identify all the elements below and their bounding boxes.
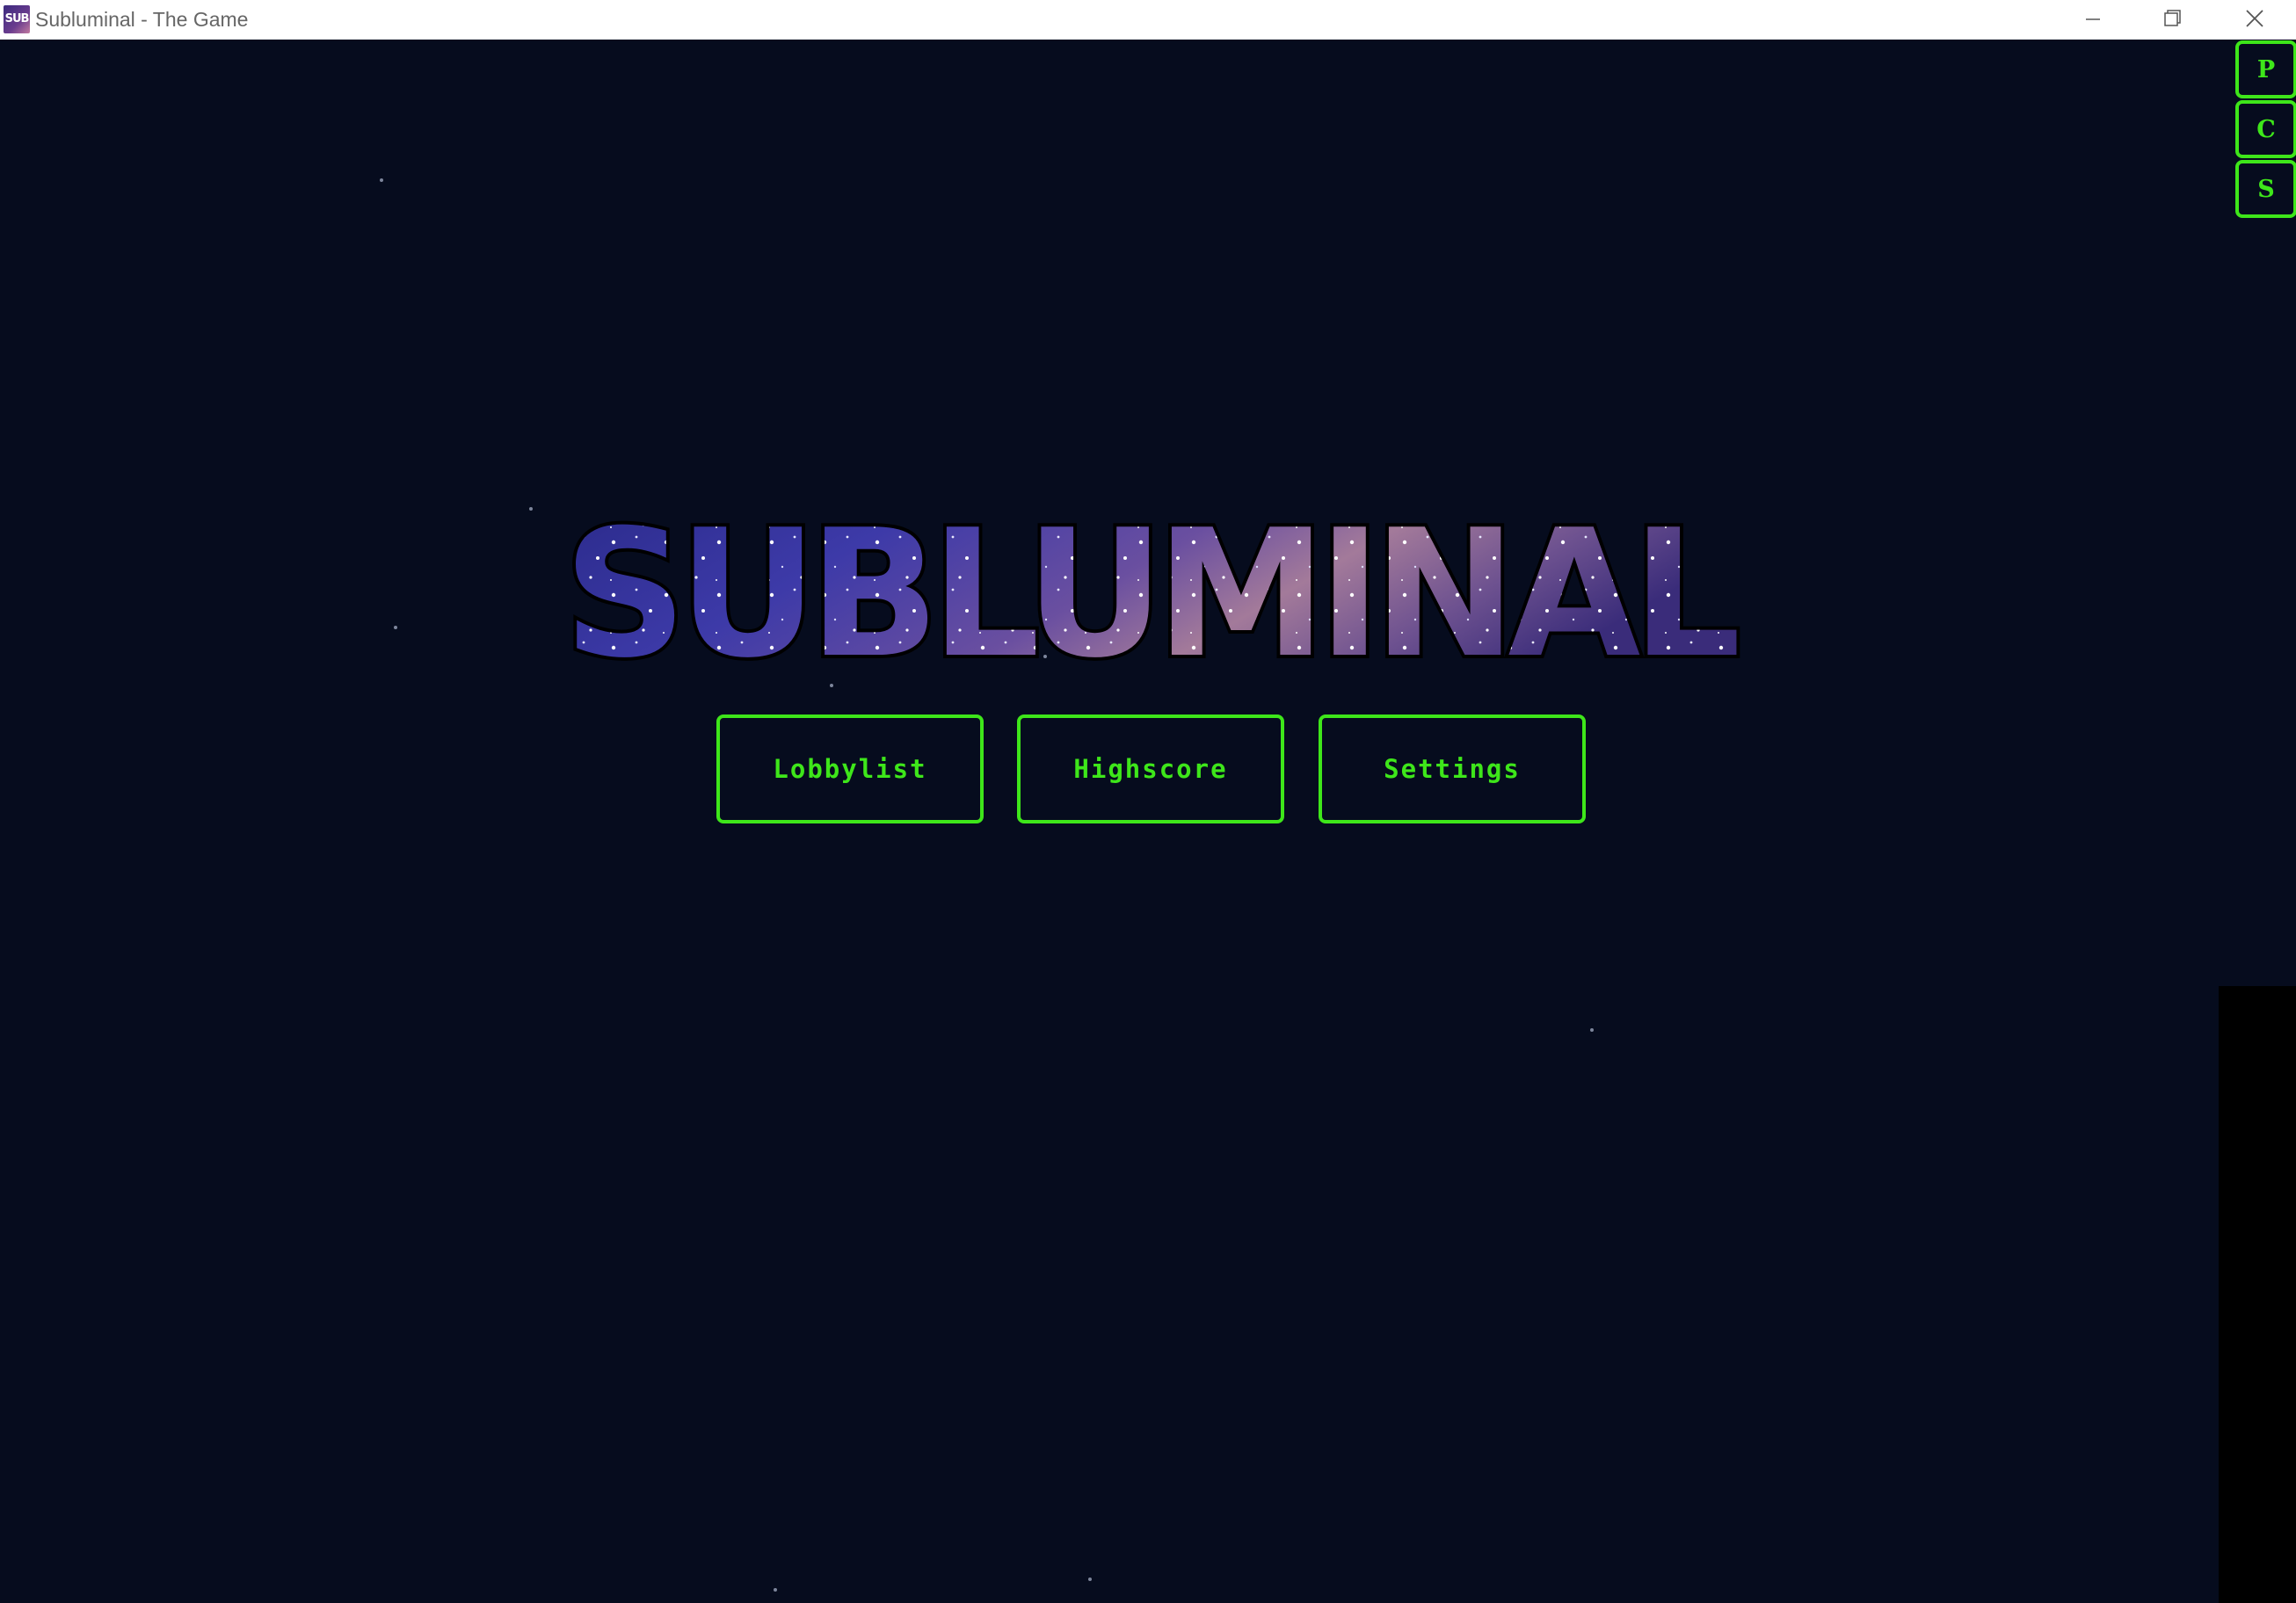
- background-star: [1088, 1578, 1092, 1581]
- side-button-s[interactable]: S: [2235, 160, 2296, 218]
- minimize-button[interactable]: [2052, 0, 2131, 40]
- background-star: [774, 1588, 777, 1592]
- game-canvas: SUBLUMINAL SUBLUMINAL Lobbylist Highscor…: [0, 40, 2296, 1603]
- game-logo: SUBLUMINAL SUBLUMINAL: [560, 489, 1742, 690]
- background-star: [529, 507, 533, 511]
- logo-text-stars: SUBLUMINAL: [563, 492, 1736, 690]
- close-button[interactable]: [2212, 0, 2296, 40]
- game-window: SUB Subluminal - The Game SUBLUMINAL SUB…: [0, 0, 2296, 1603]
- side-button-c[interactable]: C: [2235, 100, 2296, 158]
- restore-icon: [2164, 10, 2181, 26]
- restore-button[interactable]: [2131, 0, 2210, 40]
- window-title: Subluminal - The Game: [35, 8, 249, 31]
- background-star: [380, 178, 383, 182]
- background-star: [394, 626, 397, 629]
- side-panel-strip: [2219, 986, 2296, 1603]
- title-bar[interactable]: SUB Subluminal - The Game: [0, 0, 2296, 40]
- close-icon: [2246, 10, 2263, 27]
- lobbylist-button[interactable]: Lobbylist: [716, 714, 984, 823]
- minimize-icon: [2086, 18, 2100, 20]
- highscore-button[interactable]: Highscore: [1017, 714, 1284, 823]
- app-icon: SUB: [4, 5, 30, 33]
- background-star: [1590, 1028, 1594, 1032]
- side-button-p[interactable]: P: [2235, 40, 2296, 98]
- settings-button[interactable]: Settings: [1319, 714, 1586, 823]
